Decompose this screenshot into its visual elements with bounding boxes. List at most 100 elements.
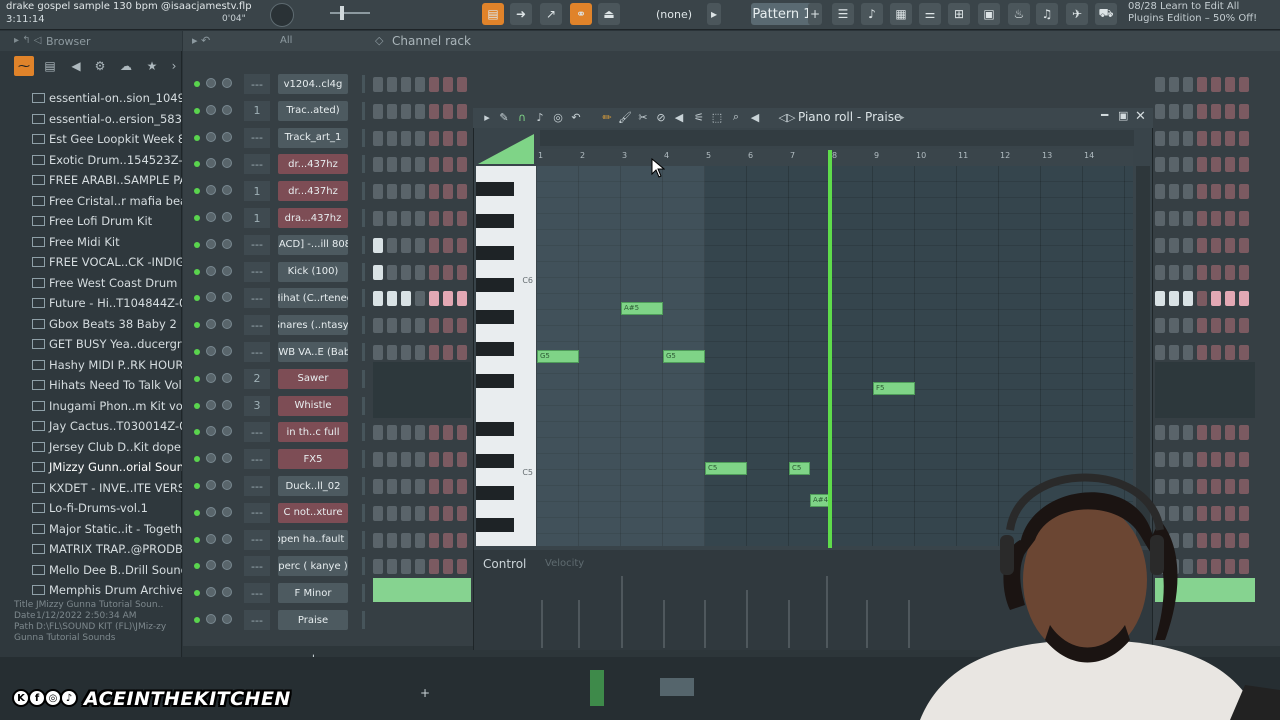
zoom-icon[interactable]: ⌕ <box>729 110 743 124</box>
step-button[interactable] <box>373 237 383 253</box>
pan-knob[interactable] <box>206 480 216 490</box>
step-button[interactable] <box>429 345 439 360</box>
mixer-track-number[interactable]: --- <box>244 529 270 550</box>
step-button[interactable] <box>373 532 383 548</box>
magnet-icon[interactable]: ✎ <box>497 110 511 124</box>
midi-note[interactable]: C5 <box>789 462 810 475</box>
volume-knob[interactable] <box>222 292 232 303</box>
step-button[interactable] <box>373 452 383 468</box>
step-button[interactable] <box>1155 157 1165 173</box>
step-button[interactable] <box>429 505 439 521</box>
step-button[interactable] <box>415 291 425 307</box>
step-button[interactable] <box>1211 318 1221 334</box>
step-button[interactable] <box>1197 291 1207 307</box>
step-button[interactable] <box>1169 103 1179 119</box>
pan-knob[interactable] <box>206 587 216 598</box>
midi-note[interactable]: C5 <box>705 462 747 475</box>
step-button[interactable] <box>373 157 383 173</box>
step-button[interactable] <box>387 184 397 200</box>
step-button[interactable] <box>1239 237 1249 253</box>
step-button[interactable] <box>1197 237 1207 253</box>
channel-mute-led[interactable] <box>194 536 200 543</box>
cloud-icon[interactable]: ☁ <box>116 56 136 76</box>
step-button[interactable] <box>457 425 467 441</box>
channel-select[interactable] <box>362 557 365 576</box>
step-button[interactable] <box>1211 103 1221 119</box>
step-button[interactable] <box>457 452 467 468</box>
browser-item[interactable]: Free Cristal..r mafia beats <box>0 191 182 212</box>
piano-keyboard[interactable]: C6 C5 <box>476 166 536 546</box>
step-button[interactable] <box>387 77 397 92</box>
step-button[interactable] <box>457 532 467 548</box>
step-button[interactable] <box>387 103 397 119</box>
step-button[interactable] <box>373 184 383 200</box>
step-button[interactable] <box>1169 77 1179 92</box>
step-button[interactable] <box>1225 130 1235 146</box>
channel-rack-icon[interactable]: ▦ <box>890 3 912 25</box>
step-button[interactable] <box>1155 211 1165 226</box>
step-button[interactable] <box>1239 264 1249 280</box>
step-button[interactable] <box>429 532 439 548</box>
channel-name-button[interactable]: Sawer <box>278 368 348 389</box>
step-button[interactable] <box>429 211 439 226</box>
step-button[interactable] <box>1169 130 1179 146</box>
step-button[interactable] <box>1183 425 1193 441</box>
step-button[interactable] <box>429 77 439 92</box>
step-button[interactable] <box>401 211 411 226</box>
black-key[interactable] <box>476 518 514 532</box>
pencil-icon[interactable]: ✏ <box>600 110 614 124</box>
step-button[interactable] <box>1211 184 1221 200</box>
browser-item[interactable]: Lo-fi-Drums-vol.1 <box>0 498 182 519</box>
step-button[interactable] <box>401 345 411 360</box>
channel-select[interactable] <box>362 316 365 335</box>
browser-toggle-icon[interactable]: ▣ <box>978 3 1000 25</box>
step-button[interactable] <box>387 264 397 280</box>
step-sequencer-left[interactable] <box>373 237 471 254</box>
step-button[interactable] <box>1225 425 1235 441</box>
browser-item[interactable]: Memphis Drum Archive <box>0 580 182 601</box>
channel-name-button[interactable]: Trac..ated) <box>278 100 348 121</box>
step-button[interactable] <box>1197 211 1207 226</box>
step-button[interactable] <box>1155 345 1165 360</box>
black-key[interactable] <box>476 342 514 356</box>
volume-knob[interactable] <box>222 131 232 142</box>
midi-note[interactable]: G5 <box>663 350 705 363</box>
step-button[interactable] <box>1225 237 1235 253</box>
browser-nav-icons[interactable]: ▸ ↰ ◁ <box>14 35 41 46</box>
channel-select[interactable] <box>362 450 365 469</box>
mixer-icon[interactable]: ⚌ <box>919 3 941 25</box>
step-button[interactable] <box>429 184 439 200</box>
pan-knob[interactable] <box>206 506 216 517</box>
step-button[interactable] <box>443 237 453 253</box>
mixer-track-number[interactable]: --- <box>244 154 270 175</box>
channel-mute-led[interactable] <box>194 215 200 221</box>
play-small-icon[interactable]: ▸ <box>707 3 721 25</box>
step-button[interactable] <box>443 318 453 334</box>
note-icon[interactable]: ♪ <box>533 110 547 124</box>
channel-name-button[interactable]: in th..c full <box>278 422 348 443</box>
slip-icon[interactable]: ◀ <box>672 110 686 124</box>
pan-knob[interactable] <box>206 560 216 571</box>
shop-icon[interactable]: ⛟ <box>1095 3 1117 25</box>
channel-select[interactable] <box>362 530 365 549</box>
step-button[interactable] <box>1155 291 1165 307</box>
step-button[interactable] <box>415 479 425 494</box>
select-icon[interactable]: ⬚ <box>710 110 724 124</box>
step-button[interactable] <box>1183 318 1193 334</box>
pan-knob[interactable] <box>206 426 216 437</box>
mixer-track-number[interactable]: --- <box>244 127 270 148</box>
playback-icon[interactable]: ◀ <box>748 110 762 124</box>
pan-knob[interactable] <box>206 238 216 249</box>
black-key[interactable] <box>476 246 514 260</box>
step-button[interactable] <box>443 505 453 521</box>
step-button[interactable] <box>373 77 383 92</box>
step-button[interactable] <box>373 559 383 575</box>
channel-select[interactable] <box>362 369 365 388</box>
step-button[interactable] <box>401 532 411 548</box>
volume-knob[interactable] <box>222 399 232 410</box>
step-button[interactable] <box>1239 184 1249 200</box>
step-button[interactable] <box>1183 291 1193 307</box>
step-button[interactable] <box>429 264 439 280</box>
step-button[interactable] <box>401 452 411 468</box>
channel-name-button[interactable]: F Minor <box>278 583 348 604</box>
